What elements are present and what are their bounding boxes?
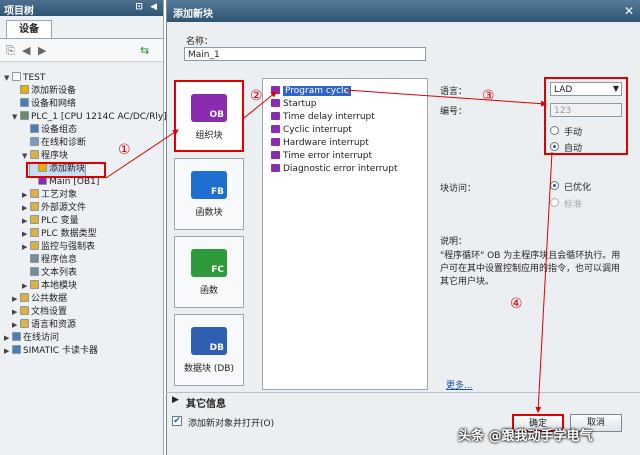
watermark: 头条 @跟我动手学电气 xyxy=(458,429,593,444)
annotation-4: ④ xyxy=(510,296,523,312)
annotation-1: ① xyxy=(118,142,131,158)
add-block-highlight xyxy=(26,162,106,178)
arrow-4 xyxy=(535,151,553,413)
annotation-2: ② xyxy=(250,88,263,104)
arrow-1 xyxy=(105,129,179,179)
annotation-arrows xyxy=(105,89,553,413)
annotation-3: ③ xyxy=(482,88,495,104)
arrow-3 xyxy=(345,89,547,107)
